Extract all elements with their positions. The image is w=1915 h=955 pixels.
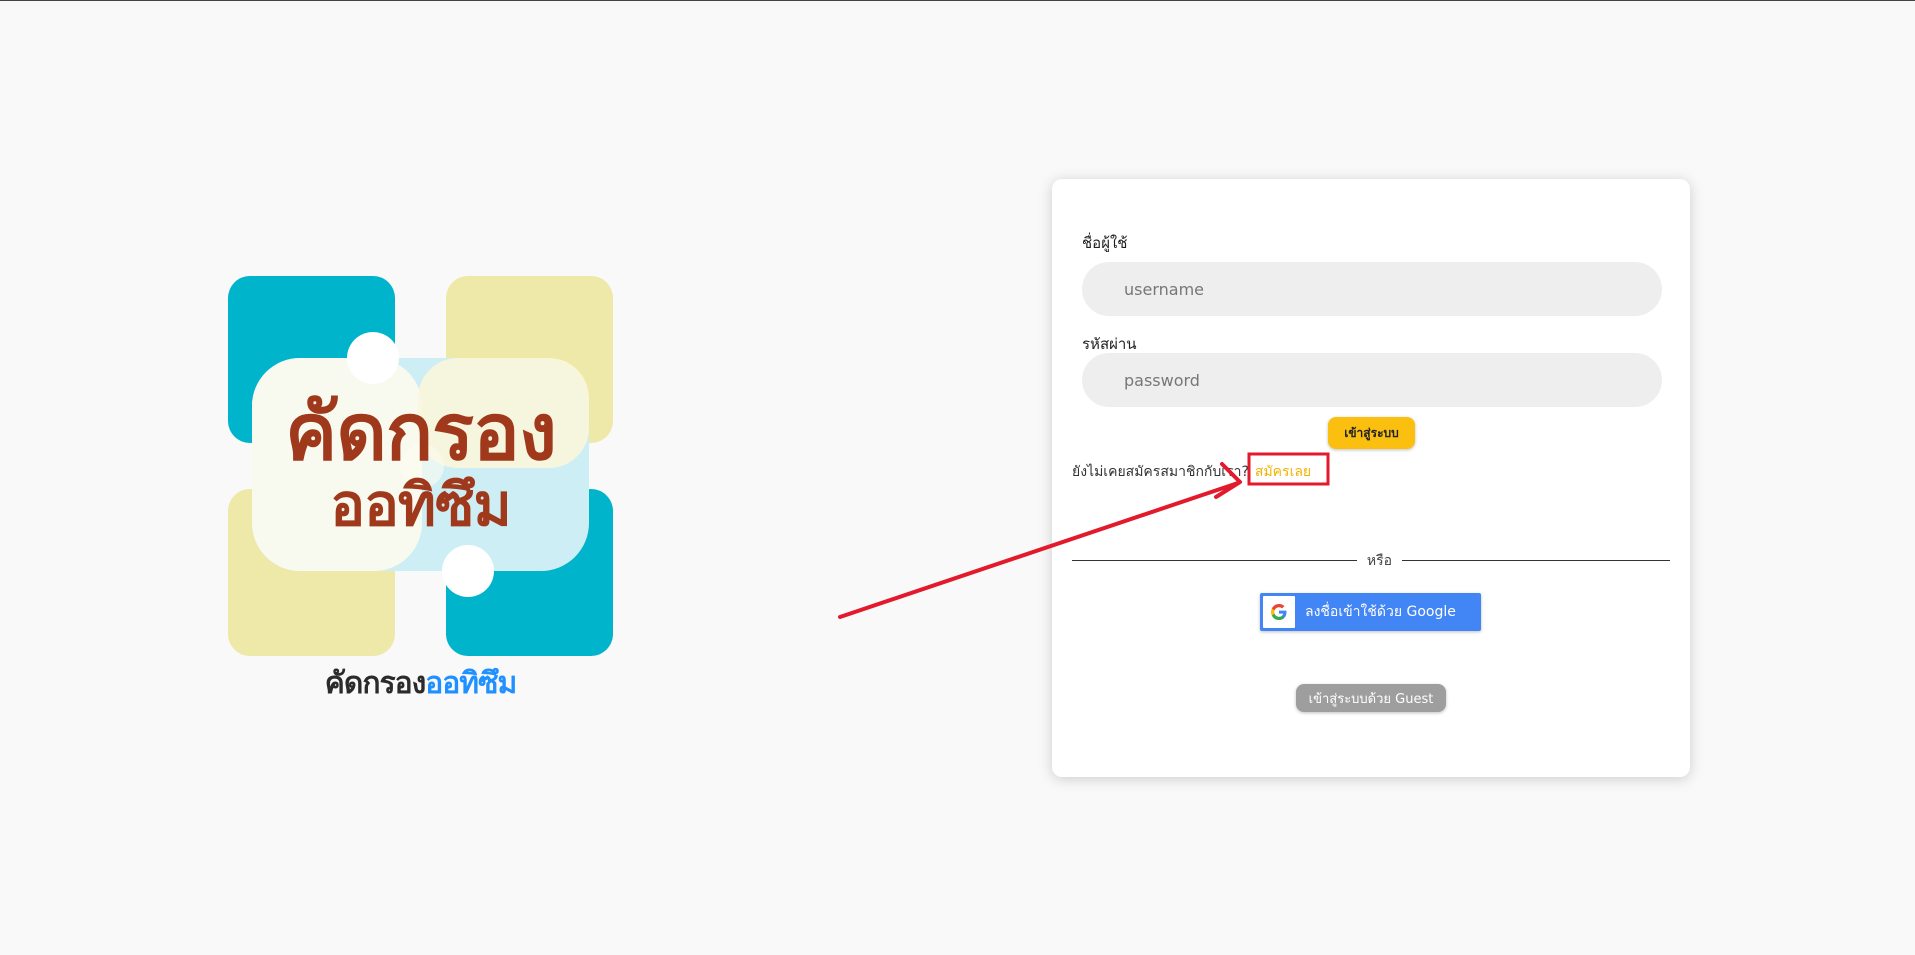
divider-line-right [1402,560,1670,561]
logo-caption-part2: ออทิซึม [425,666,517,701]
divider-line-left [1072,560,1357,561]
logo-caption: คัดกรองออทิซึม [228,660,613,707]
guest-login-button[interactable]: เข้าสู่ระบบด้วย Guest [1296,684,1446,712]
signup-link[interactable]: สมัครเลย [1255,464,1311,480]
logo: คัดกรอง ออทิซึม [228,276,613,656]
puzzle-knob-bottom [442,545,494,597]
login-button[interactable]: เข้าสู่ระบบ [1328,417,1415,449]
top-border-line [0,0,1915,1]
puzzle-knob-top [347,332,399,384]
google-signin-label: ลงชื่อเข้าใช้ด้วย Google [1305,604,1456,620]
username-label: ชื่อผู้ใช้ [1082,234,1128,252]
logo-title-line1: คัดกรอง [285,388,557,478]
signup-prompt: ยังไม่เคยสมัครสมาชิกกับเรา? [1072,464,1249,480]
google-signin-button[interactable]: ลงชื่อเข้าใช้ด้วย Google [1260,593,1481,631]
signup-row: ยังไม่เคยสมัครสมาชิกกับเรา? สมัครเลย [1072,461,1311,483]
logo-title-line2: ออทิซึม [330,471,512,539]
password-input[interactable] [1082,353,1662,407]
login-card: ชื่อผู้ใช้ รหัสผ่าน เข้าสู่ระบบ ยังไม่เค… [1052,179,1690,777]
google-g-icon [1271,604,1287,620]
logo-caption-part1: คัดกรอง [324,666,426,701]
username-input[interactable] [1082,262,1662,316]
google-icon-box [1263,596,1295,628]
divider-text: หรือ [1366,553,1393,569]
